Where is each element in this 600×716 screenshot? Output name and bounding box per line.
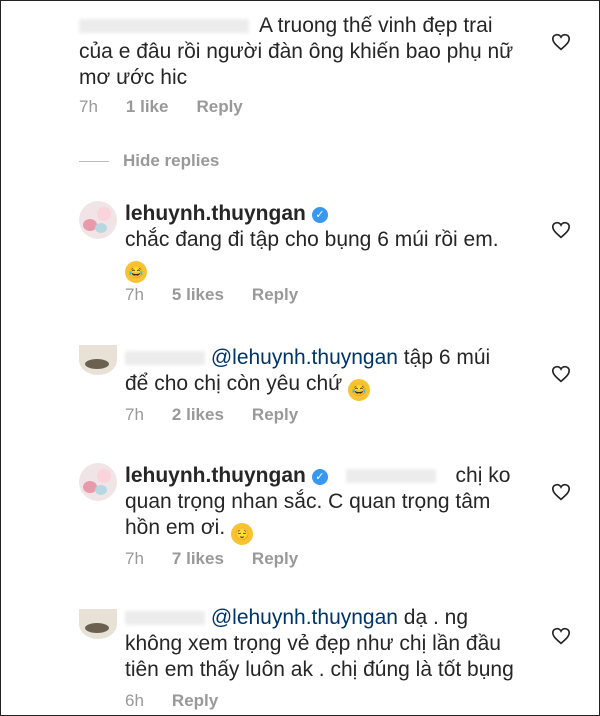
reply-button[interactable]: Reply bbox=[252, 285, 298, 304]
redacted-username bbox=[125, 351, 205, 366]
avatar[interactable] bbox=[79, 201, 117, 239]
reply-button[interactable]: Reply bbox=[252, 549, 298, 568]
heart-icon[interactable] bbox=[551, 221, 571, 239]
comment-meta: 7h 5 likes Reply bbox=[125, 285, 326, 305]
redacted-mention bbox=[345, 469, 436, 484]
comment-meta: 7h 7 likes Reply bbox=[125, 549, 326, 569]
heart-icon[interactable] bbox=[551, 365, 571, 383]
reply-button[interactable]: Reply bbox=[196, 97, 242, 116]
redacted-username bbox=[125, 611, 205, 626]
comment-text: A truong thế vinh đẹp trai của e đâu rồi… bbox=[79, 14, 514, 89]
hide-replies-button[interactable]: Hide replies bbox=[79, 151, 219, 171]
timestamp: 6h bbox=[125, 691, 144, 710]
mention-link[interactable]: @lehuynh.thuyngan bbox=[211, 346, 398, 369]
likes-count[interactable]: 2 likes bbox=[172, 405, 224, 424]
likes-count[interactable]: 5 likes bbox=[172, 285, 224, 304]
reply-button[interactable]: Reply bbox=[252, 405, 298, 424]
likes-count[interactable]: 1 like bbox=[126, 97, 169, 116]
relieved-emoji-icon: 😌 bbox=[231, 523, 253, 545]
verified-badge-icon: ✓ bbox=[311, 207, 328, 223]
avatar[interactable] bbox=[79, 609, 117, 639]
redacted-username bbox=[79, 19, 249, 34]
timestamp: 7h bbox=[125, 285, 144, 304]
likes-count[interactable]: 7 likes bbox=[172, 549, 224, 568]
timestamp: 7h bbox=[125, 405, 144, 424]
comments-panel: A truong thế vinh đẹp trai của e đâu rồi… bbox=[0, 0, 600, 716]
avatar[interactable] bbox=[79, 463, 117, 501]
comment-text: lehuynh.thuyngan ✓ chị ko quan trọng nhan… bbox=[125, 463, 510, 545]
timestamp: 7h bbox=[79, 97, 98, 116]
username[interactable]: lehuynh.thuyngan bbox=[125, 202, 306, 225]
username[interactable]: lehuynh.thuyngan bbox=[125, 464, 306, 487]
reply-button[interactable]: Reply bbox=[172, 691, 218, 710]
heart-icon[interactable] bbox=[551, 33, 571, 51]
divider bbox=[79, 161, 109, 163]
heart-icon[interactable] bbox=[551, 483, 571, 501]
comment-meta: 7h 2 likes Reply bbox=[125, 405, 326, 425]
avatar[interactable] bbox=[79, 345, 117, 375]
comment-text: @lehuynh.thuyngan tập 6 múi để cho chị c… bbox=[125, 345, 490, 401]
rofl-emoji-icon: 😂 bbox=[125, 261, 147, 283]
comment-meta: 7h 1 like Reply bbox=[79, 97, 271, 117]
rofl-emoji-icon: 😂 bbox=[348, 379, 371, 401]
mention-link[interactable]: @lehuynh.thuyngan bbox=[211, 606, 398, 629]
comment-meta: 6h Reply bbox=[125, 691, 246, 711]
comment-text: @lehuynh.thuyngan dạ . ng không xem trọn… bbox=[125, 606, 514, 681]
verified-badge-icon: ✓ bbox=[311, 469, 328, 485]
heart-icon[interactable] bbox=[551, 627, 571, 645]
comment-text: lehuynh.thuyngan ✓ chắc đang đi tập cho b… bbox=[125, 201, 499, 283]
timestamp: 7h bbox=[125, 549, 144, 568]
